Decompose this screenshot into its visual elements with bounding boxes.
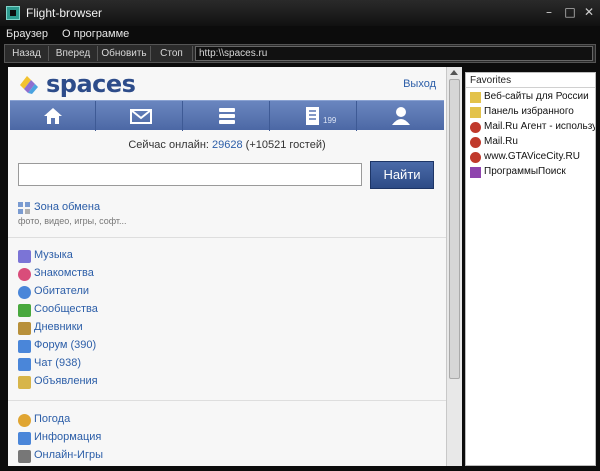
nav-files[interactable] (184, 101, 270, 131)
s-logo-icon (470, 167, 481, 178)
maximize-button[interactable]: □ (561, 4, 579, 20)
favorite-label: www.GTAViceCity.RU (484, 151, 580, 162)
favorites-title: Favorites (470, 75, 512, 86)
grid-icon (18, 202, 30, 214)
folder-icon (470, 92, 481, 103)
address-bar[interactable]: http:\\spaces.ru (195, 46, 593, 61)
toolbar: Назад Вперед Обновить Стоп http:\\spaces… (4, 44, 596, 63)
list-item-label: Дневники (34, 321, 83, 333)
online-count[interactable]: 29628 (212, 139, 243, 151)
app-icon (6, 6, 20, 20)
online-status: Сейчас онлайн: 29628 (+10521 гостей) (8, 139, 446, 151)
favorite-label: Mail.Ru (484, 136, 518, 147)
close-button[interactable]: ✕ (580, 4, 598, 20)
scroll-thumb[interactable] (449, 79, 460, 379)
site-logo[interactable]: spaces (46, 70, 136, 98)
list-item-label: Сообщества (34, 303, 98, 315)
list-item-label: Обитатели (34, 285, 90, 297)
menu-browser[interactable]: Браузер (6, 28, 48, 40)
ads-icon (18, 376, 31, 389)
nav-profile[interactable] (358, 101, 444, 131)
exchange-zone-subtitle: фото, видео, игры, софт... (18, 216, 127, 226)
list-item-label: Чат (938) (34, 357, 81, 369)
divider (8, 237, 446, 238)
divider (8, 400, 446, 401)
minimize-button[interactable]: – (540, 4, 558, 20)
nav-home[interactable] (10, 101, 96, 131)
user-icon (392, 107, 410, 125)
mailru-icon (470, 137, 481, 148)
list-item-label: Форум (390) (34, 339, 97, 351)
mailru-icon (470, 122, 481, 133)
mail-icon (130, 109, 152, 124)
mailru-icon (470, 152, 481, 163)
group-icon (18, 304, 31, 317)
person-icon (18, 286, 31, 299)
list-item-label: Знакомства (34, 267, 94, 279)
site-header: spaces Выход (8, 67, 446, 100)
site-nav: 199 (10, 100, 444, 131)
menu-bar: Браузер О программе (0, 26, 600, 43)
journal-icon (306, 107, 319, 125)
pencil-icon (18, 322, 31, 335)
music-note-icon (18, 250, 31, 263)
favorite-label: Панель избранного (484, 106, 574, 117)
home-icon (44, 108, 62, 124)
search-input[interactable] (18, 163, 362, 186)
forum-icon (18, 340, 31, 353)
favorite-label: Mail.Ru Агент - использу (484, 121, 596, 132)
list-item-label: Погода (34, 413, 71, 425)
list-item-label: Онлайн-Игры (34, 449, 103, 461)
refresh-button[interactable]: Обновить (98, 46, 151, 61)
favorite-label: Веб-сайты для России (484, 91, 589, 102)
nav-mail[interactable] (97, 101, 183, 131)
games-icon (18, 450, 31, 463)
heart-icon (18, 268, 31, 281)
stack-icon (219, 108, 235, 124)
scroll-up-icon[interactable] (450, 70, 458, 75)
favorite-label: ПрограммыПоиск (484, 166, 566, 177)
list-item-label: Музыка (34, 249, 73, 261)
folder-icon (470, 107, 481, 118)
logout-link[interactable]: Выход (403, 78, 436, 90)
stop-button[interactable]: Стоп (151, 46, 193, 61)
forward-button[interactable]: Вперед (49, 46, 98, 61)
title-bar: Flight-browser – □ ✕ (0, 0, 600, 26)
online-guests: (+10521 гостей) (242, 139, 326, 151)
chat-icon (18, 358, 31, 371)
vertical-scrollbar[interactable] (446, 67, 462, 466)
window-title: Flight-browser (26, 6, 103, 20)
journal-count-badge: 199 (323, 116, 337, 125)
web-content: spaces Выход 199 Сейчас онлайн: 29628 (+… (8, 67, 454, 466)
spaces-logo-icon (20, 76, 38, 94)
online-prefix: Сейчас онлайн: (128, 139, 213, 151)
weather-icon (18, 414, 31, 427)
window-border (0, 466, 600, 471)
list-item-label: Объявления (34, 375, 98, 387)
favorites-panel: Favorites Веб-сайты для России Панель из… (465, 72, 596, 466)
back-button[interactable]: Назад (5, 46, 49, 61)
nav-journal[interactable]: 199 (271, 101, 357, 131)
list-item-label: Информация (34, 431, 102, 443)
info-icon (18, 432, 31, 445)
exchange-zone-title[interactable]: Зона обмена (34, 201, 100, 213)
divider (466, 87, 595, 88)
search-button[interactable]: Найти (370, 161, 434, 189)
menu-about[interactable]: О программе (62, 28, 129, 40)
